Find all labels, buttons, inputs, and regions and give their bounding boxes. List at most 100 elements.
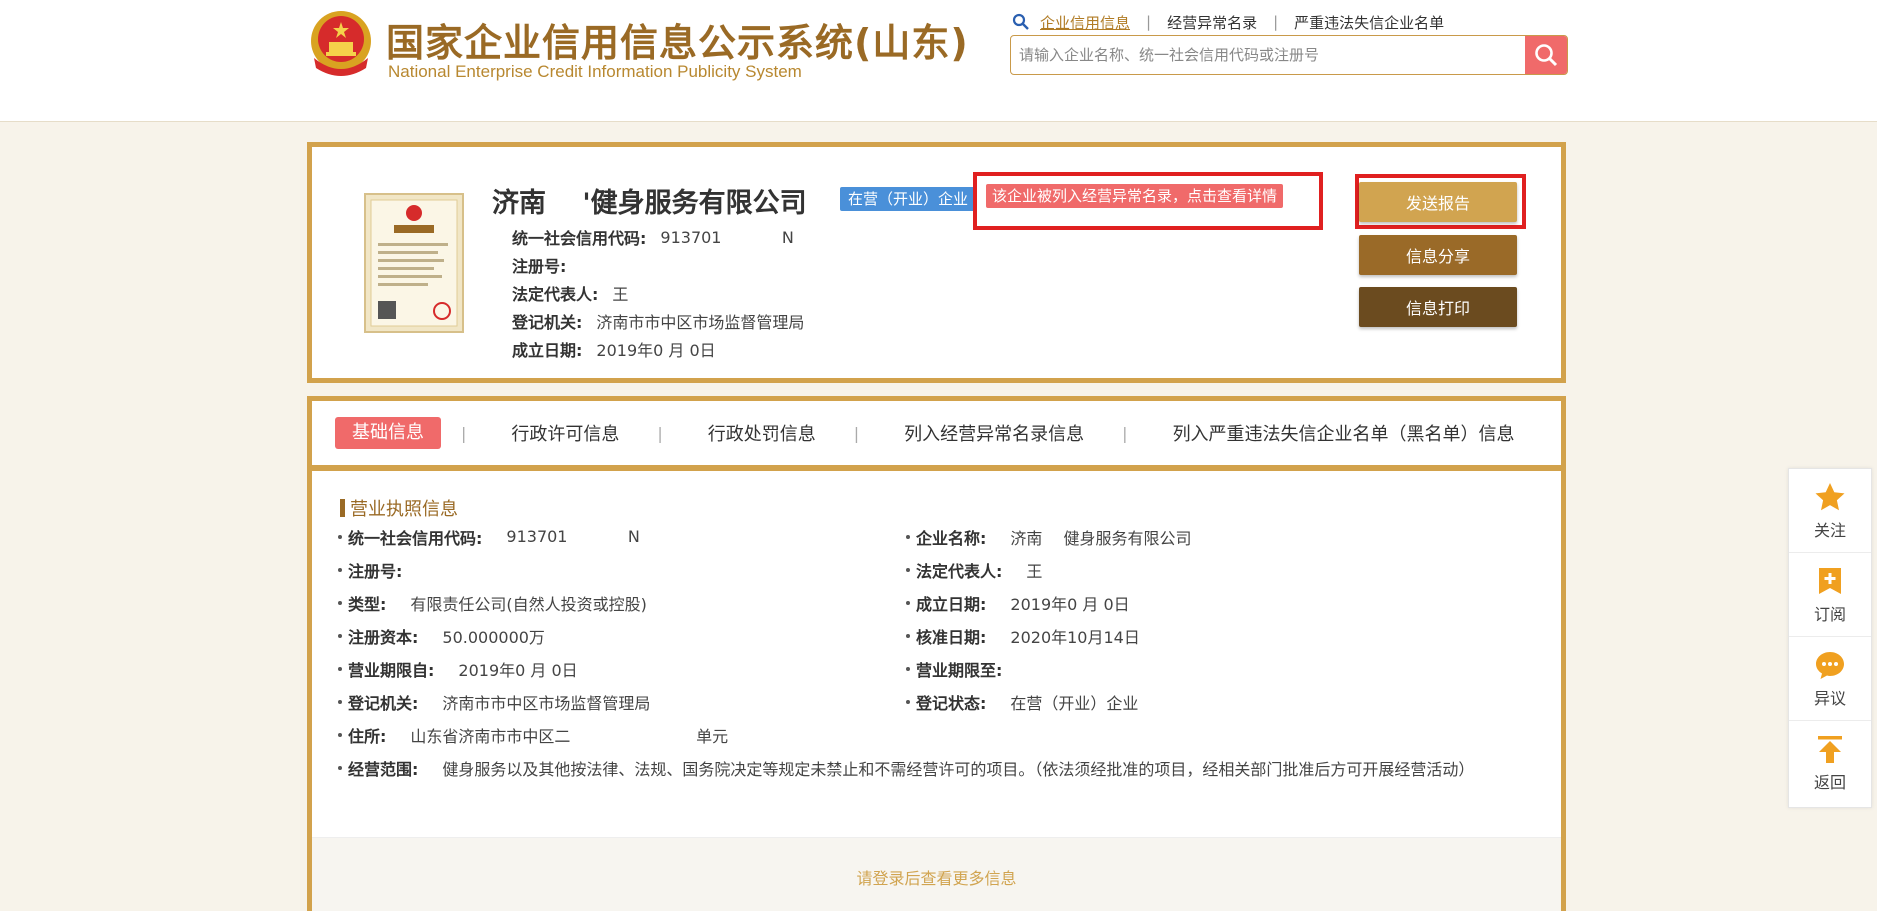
field: 企业名称: 济南 健身服务有限公司	[906, 520, 1192, 553]
info-value: 济南市市中区市场监督管理局	[596, 313, 805, 332]
tab-separator: |	[461, 423, 467, 443]
field-label: 营业期限至:	[916, 660, 1003, 680]
back-label: 返回	[1813, 773, 1846, 792]
info-row: 登记机关: 济南市市中区市场监督管理局	[512, 307, 804, 335]
field: 统一社会信用代码: 913701 N	[338, 520, 640, 553]
info-label: 注册号:	[512, 257, 567, 276]
info-label: 法定代表人:	[512, 285, 599, 304]
field: 类型: 有限责任公司(自然人投资或控股)	[338, 586, 647, 619]
field-value: 2020年10月14日	[1010, 627, 1140, 647]
tab-admin-penalty[interactable]: 行政处罚信息	[708, 420, 816, 446]
field: 住所: 山东省济南市市中区二 单元	[338, 718, 728, 751]
tab-abnormal-list[interactable]: 列入经营异常名录信息	[904, 420, 1084, 446]
bookmark-plus-icon	[1819, 567, 1841, 594]
detail-card: 基础信息 | 行政许可信息 | 行政处罚信息 | 列入经营异常名录信息 | 列入…	[307, 396, 1566, 911]
nav-separator: |	[1273, 13, 1279, 31]
info-row: 统一社会信用代码: 913701 N	[512, 223, 804, 251]
info-row: 成立日期: 2019年0 月 0日	[512, 335, 804, 363]
print-info-button[interactable]: 信息打印	[1359, 287, 1517, 327]
nav-blacklist[interactable]: 严重违法失信企业名单	[1294, 12, 1444, 33]
business-license-image	[364, 193, 464, 333]
follow-button[interactable]: 关注	[1789, 469, 1871, 553]
login-prompt-area: 请登录后查看更多信息	[312, 837, 1561, 911]
field-label: 统一社会信用代码:	[348, 528, 483, 548]
license-fields: 统一社会信用代码: 913701 N 企业名称: 济南 健身服务有限公司 注册号: …	[338, 520, 1548, 784]
nav-separator: |	[1146, 13, 1152, 31]
field: 登记机关: 济南市市中区市场监督管理局	[338, 685, 650, 718]
field-value: 50.000000万	[442, 627, 545, 647]
info-value: 2019年0 月 0日	[596, 341, 716, 360]
tab-blacklist[interactable]: 列入严重违法失信企业名单（黑名单）信息	[1173, 420, 1515, 446]
field: 经营范围: 健身服务以及其他按法律、法规、国务院决定等规定未禁止和不需经营许可的项…	[338, 751, 1474, 784]
field: 核准日期: 2020年10月14日	[906, 619, 1140, 652]
field: 营业期限自: 2019年0 月 0日	[338, 652, 578, 685]
field-label: 企业名称:	[916, 528, 987, 548]
company-basic-info: 统一社会信用代码: 913701 N 注册号: 法定代表人: 王 登记机关: 济南市市…	[512, 223, 804, 363]
field-value: 913701 N	[506, 527, 640, 546]
company-name: 济南 '健身服务有限公司	[492, 188, 807, 219]
field-label: 类型:	[348, 594, 387, 614]
share-info-button[interactable]: 信息分享	[1359, 235, 1517, 275]
field-row: 营业期限自: 2019年0 月 0日 营业期限至:	[338, 652, 1548, 685]
status-badge: 在营（开业）企业	[840, 187, 977, 211]
field-label: 营业期限自:	[348, 660, 435, 680]
chat-bubble-icon	[1816, 651, 1844, 679]
info-row: 注册号:	[512, 251, 804, 279]
field: 法定代表人: 王	[906, 553, 1042, 586]
field-row: 经营范围: 健身服务以及其他按法律、法规、国务院决定等规定未禁止和不需经营许可的项…	[338, 751, 1548, 784]
field-label: 登记机关:	[348, 693, 419, 713]
company-summary-card: 济南 '健身服务有限公司 在营（开业）企业 该企业被列入经营异常名录，点击查看详…	[307, 142, 1566, 383]
objection-button[interactable]: 异议	[1789, 637, 1871, 721]
search-button[interactable]	[1525, 36, 1567, 74]
field-label: 注册资本:	[348, 627, 419, 647]
objection-label: 异议	[1813, 688, 1846, 708]
field-row: 统一社会信用代码: 913701 N 企业名称: 济南 健身服务有限公司	[338, 520, 1548, 553]
subscribe-label: 订阅	[1813, 604, 1846, 624]
field-label: 核准日期:	[916, 627, 987, 647]
top-nav: 企业信用信息 | 经营异常名录 | 严重违法失信企业名单	[1012, 10, 1444, 34]
tab-separator: |	[853, 423, 860, 443]
field-value: 在营（开业）企业	[1010, 693, 1139, 713]
info-label: 成立日期:	[512, 341, 583, 360]
subscribe-button[interactable]: 订阅	[1789, 553, 1871, 637]
login-link[interactable]: 请登录后查看更多信息	[856, 865, 1016, 889]
site-header: 国家企业信用信息公示系统(山东) National Enterprise Cre…	[0, 0, 1877, 122]
field-value: 有限责任公司(自然人投资或控股)	[410, 594, 647, 614]
field-label: 成立日期:	[916, 594, 987, 614]
field-value: 山东省济南市市中区二 单元	[410, 726, 729, 746]
field-value: 王	[1026, 561, 1043, 581]
search-bar	[1010, 35, 1568, 75]
tab-basic-info[interactable]: 基础信息	[335, 417, 441, 449]
star-icon	[1815, 482, 1845, 510]
field-label: 法定代表人:	[916, 561, 1003, 581]
send-report-button[interactable]: 发送报告	[1359, 182, 1517, 222]
field: 注册资本: 50.000000万	[338, 619, 545, 652]
field-label: 住所:	[348, 726, 387, 746]
field-row: 注册资本: 50.000000万 核准日期: 2020年10月14日	[338, 619, 1548, 652]
nav-abnormal-list[interactable]: 经营异常名录	[1167, 12, 1257, 33]
field-label: 注册号:	[348, 561, 403, 581]
search-icon	[1012, 13, 1029, 30]
field-value: 健身服务以及其他按法律、法规、国务院决定等规定未禁止和不需经营许可的项目。（依法…	[442, 759, 1475, 779]
tab-separator: |	[657, 423, 663, 443]
back-to-top-button[interactable]: 返回	[1789, 721, 1871, 805]
section-title-text: 营业执照信息	[350, 499, 458, 520]
field-row: 注册号: 法定代表人: 王	[338, 553, 1548, 586]
section-marker	[340, 499, 345, 517]
info-value: 913701 N	[660, 227, 794, 247]
abnormal-list-link[interactable]: 该企业被列入经营异常名录，点击查看详情	[986, 184, 1284, 208]
info-row: 法定代表人: 王	[512, 279, 804, 307]
field: 登记状态: 在营（开业）企业	[906, 685, 1138, 718]
field-value: 2019年0 月 0日	[1010, 594, 1130, 614]
field: 成立日期: 2019年0 月 0日	[906, 586, 1130, 619]
field-label: 经营范围:	[348, 759, 419, 779]
tab-admin-license[interactable]: 行政许可信息	[511, 420, 619, 446]
section-title: 营业执照信息	[340, 495, 458, 521]
field-value: 2019年0 月 0日	[458, 660, 578, 680]
nav-enterprise-credit[interactable]: 企业信用信息	[1040, 12, 1130, 33]
field: 营业期限至:	[906, 652, 1026, 685]
info-label: 登记机关:	[512, 313, 583, 332]
field-value: 济南市市中区市场监督管理局	[442, 693, 651, 713]
search-input[interactable]	[1011, 36, 1525, 74]
field-label: 登记状态:	[916, 693, 987, 713]
